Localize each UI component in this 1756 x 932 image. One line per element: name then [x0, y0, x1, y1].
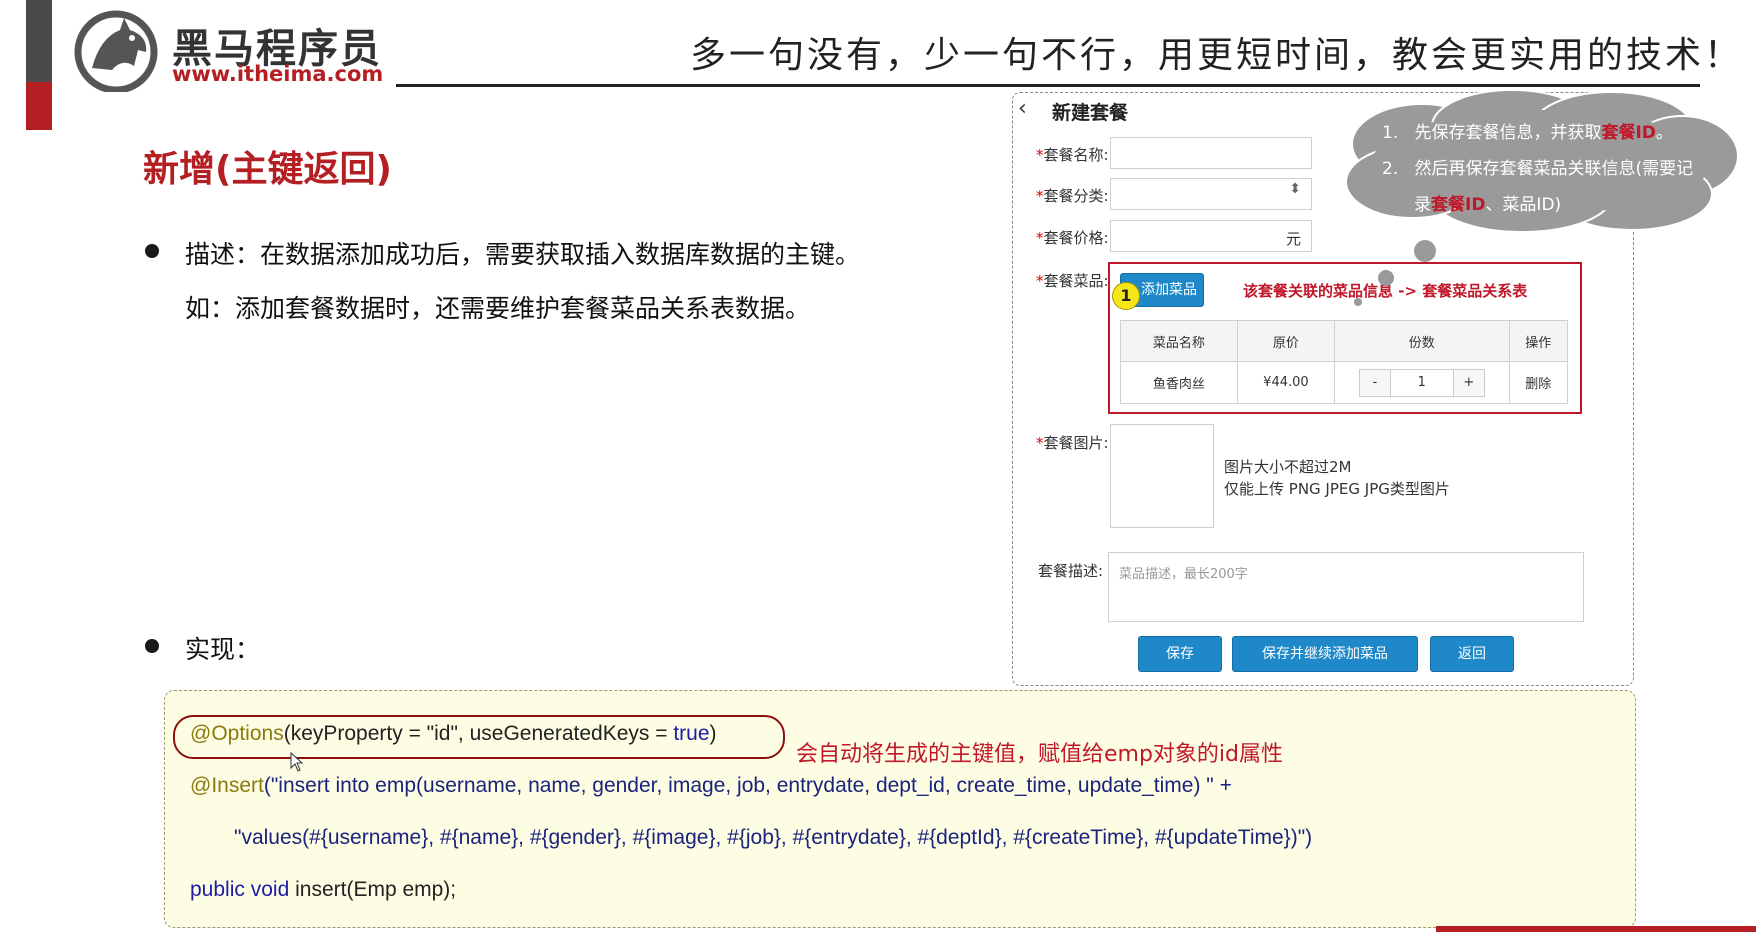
- column-header: 份数: [1334, 320, 1510, 362]
- combo-category-select[interactable]: ⬍: [1110, 178, 1312, 210]
- combo-price-label: *套餐价格:: [1036, 229, 1109, 247]
- callout-item-2-continued: 录套餐ID、菜品ID): [1414, 195, 1562, 215]
- column-header: 菜品名称: [1120, 320, 1238, 362]
- dish-price-cell: ¥44.00: [1236, 361, 1336, 404]
- left-edge-red-bar: [26, 0, 52, 130]
- bullet-icon: [145, 244, 159, 258]
- code-annotation-note: 会自动将生成的主键值，赋值给emp对象的id属性: [796, 742, 1284, 767]
- increment-button[interactable]: +: [1453, 369, 1484, 396]
- column-header: 操作: [1508, 320, 1569, 362]
- image-type-tip: 仅能上传 PNG JPEG JPG类型图片: [1224, 480, 1450, 498]
- description-placeholder: 菜品描述，最长200字: [1119, 567, 1248, 582]
- decrement-button[interactable]: -: [1359, 369, 1390, 396]
- step-number-badge: 1: [1112, 282, 1140, 310]
- page-title: 新增(主键返回): [143, 149, 392, 190]
- chevron-left-icon[interactable]: ‹: [1018, 96, 1027, 121]
- dish-table: 菜品名称 原价 份数 操作 鱼香肉丝 ¥44.00 - 1 + 删除: [1120, 320, 1569, 404]
- table-header-row: 菜品名称 原价 份数 操作: [1120, 320, 1569, 362]
- dish-name-cell: 鱼香肉丝: [1120, 361, 1238, 404]
- form-title: 新建套餐: [1052, 102, 1129, 124]
- save-and-continue-button[interactable]: 保存并继续添加菜品: [1232, 636, 1418, 672]
- combo-dishes-label: *套餐菜品:: [1036, 272, 1109, 290]
- price-unit: 元: [1285, 230, 1301, 248]
- combo-name-label: *套餐名称:: [1036, 146, 1109, 164]
- quantity-cell: - 1 +: [1334, 361, 1510, 404]
- bottom-red-bar: [1436, 926, 1756, 932]
- header-slogan: 多一句没有，少一句不行，用更短时间，教会更实用的技术！: [690, 35, 1744, 76]
- select-arrows-icon: ⬍: [1289, 181, 1301, 197]
- callout-item-1: 1. 先保存套餐信息，并获取套餐ID。: [1382, 123, 1673, 143]
- code-line-method: public void insert(Emp emp);: [190, 878, 457, 901]
- code-line-values: "values(#{username}, #{name}, #{gender},…: [234, 826, 1313, 849]
- combo-image-label: *套餐图片:: [1036, 434, 1109, 452]
- column-header: 原价: [1236, 320, 1336, 362]
- brand-url: www.itheima.com: [172, 62, 384, 86]
- callout-bubble-small: [1354, 298, 1362, 306]
- callout-bubble-medium: [1378, 270, 1394, 286]
- bullet-icon: [145, 639, 159, 653]
- description-line-2: 如：添加套餐数据时，还需要维护套餐菜品关系表数据。: [185, 294, 811, 323]
- image-upload-box[interactable]: [1110, 424, 1214, 528]
- mouse-cursor-icon: [290, 752, 304, 772]
- description-line-1: 描述：在数据添加成功后，需要获取插入数据库数据的主键。: [185, 240, 861, 269]
- quantity-stepper[interactable]: - 1 +: [1358, 368, 1485, 397]
- delete-link[interactable]: 删除: [1508, 361, 1569, 404]
- horse-logo-icon: [74, 10, 158, 92]
- combo-category-label: *套餐分类:: [1036, 187, 1109, 205]
- quantity-value[interactable]: 1: [1389, 369, 1454, 396]
- combo-price-input[interactable]: 元: [1110, 220, 1312, 252]
- callout-bubble-large: [1414, 240, 1436, 262]
- return-button[interactable]: 返回: [1430, 636, 1514, 672]
- combo-name-input[interactable]: [1110, 137, 1312, 169]
- callout-item-2: 2. 然后再保存套餐菜品关联信息(需要记: [1382, 159, 1694, 179]
- code-line-options: @Options(keyProperty = "id", useGenerate…: [190, 722, 717, 745]
- description-textarea[interactable]: 菜品描述，最长200字: [1108, 552, 1584, 622]
- combo-description-label: 套餐描述:: [1038, 562, 1104, 580]
- save-button[interactable]: 保存: [1138, 636, 1222, 672]
- implementation-label: 实现：: [185, 635, 261, 664]
- image-size-tip: 图片大小不超过2M: [1224, 458, 1352, 476]
- code-line-insert: @Insert("insert into emp(username, name,…: [190, 774, 1232, 797]
- table-row: 鱼香肉丝 ¥44.00 - 1 + 删除: [1120, 361, 1569, 404]
